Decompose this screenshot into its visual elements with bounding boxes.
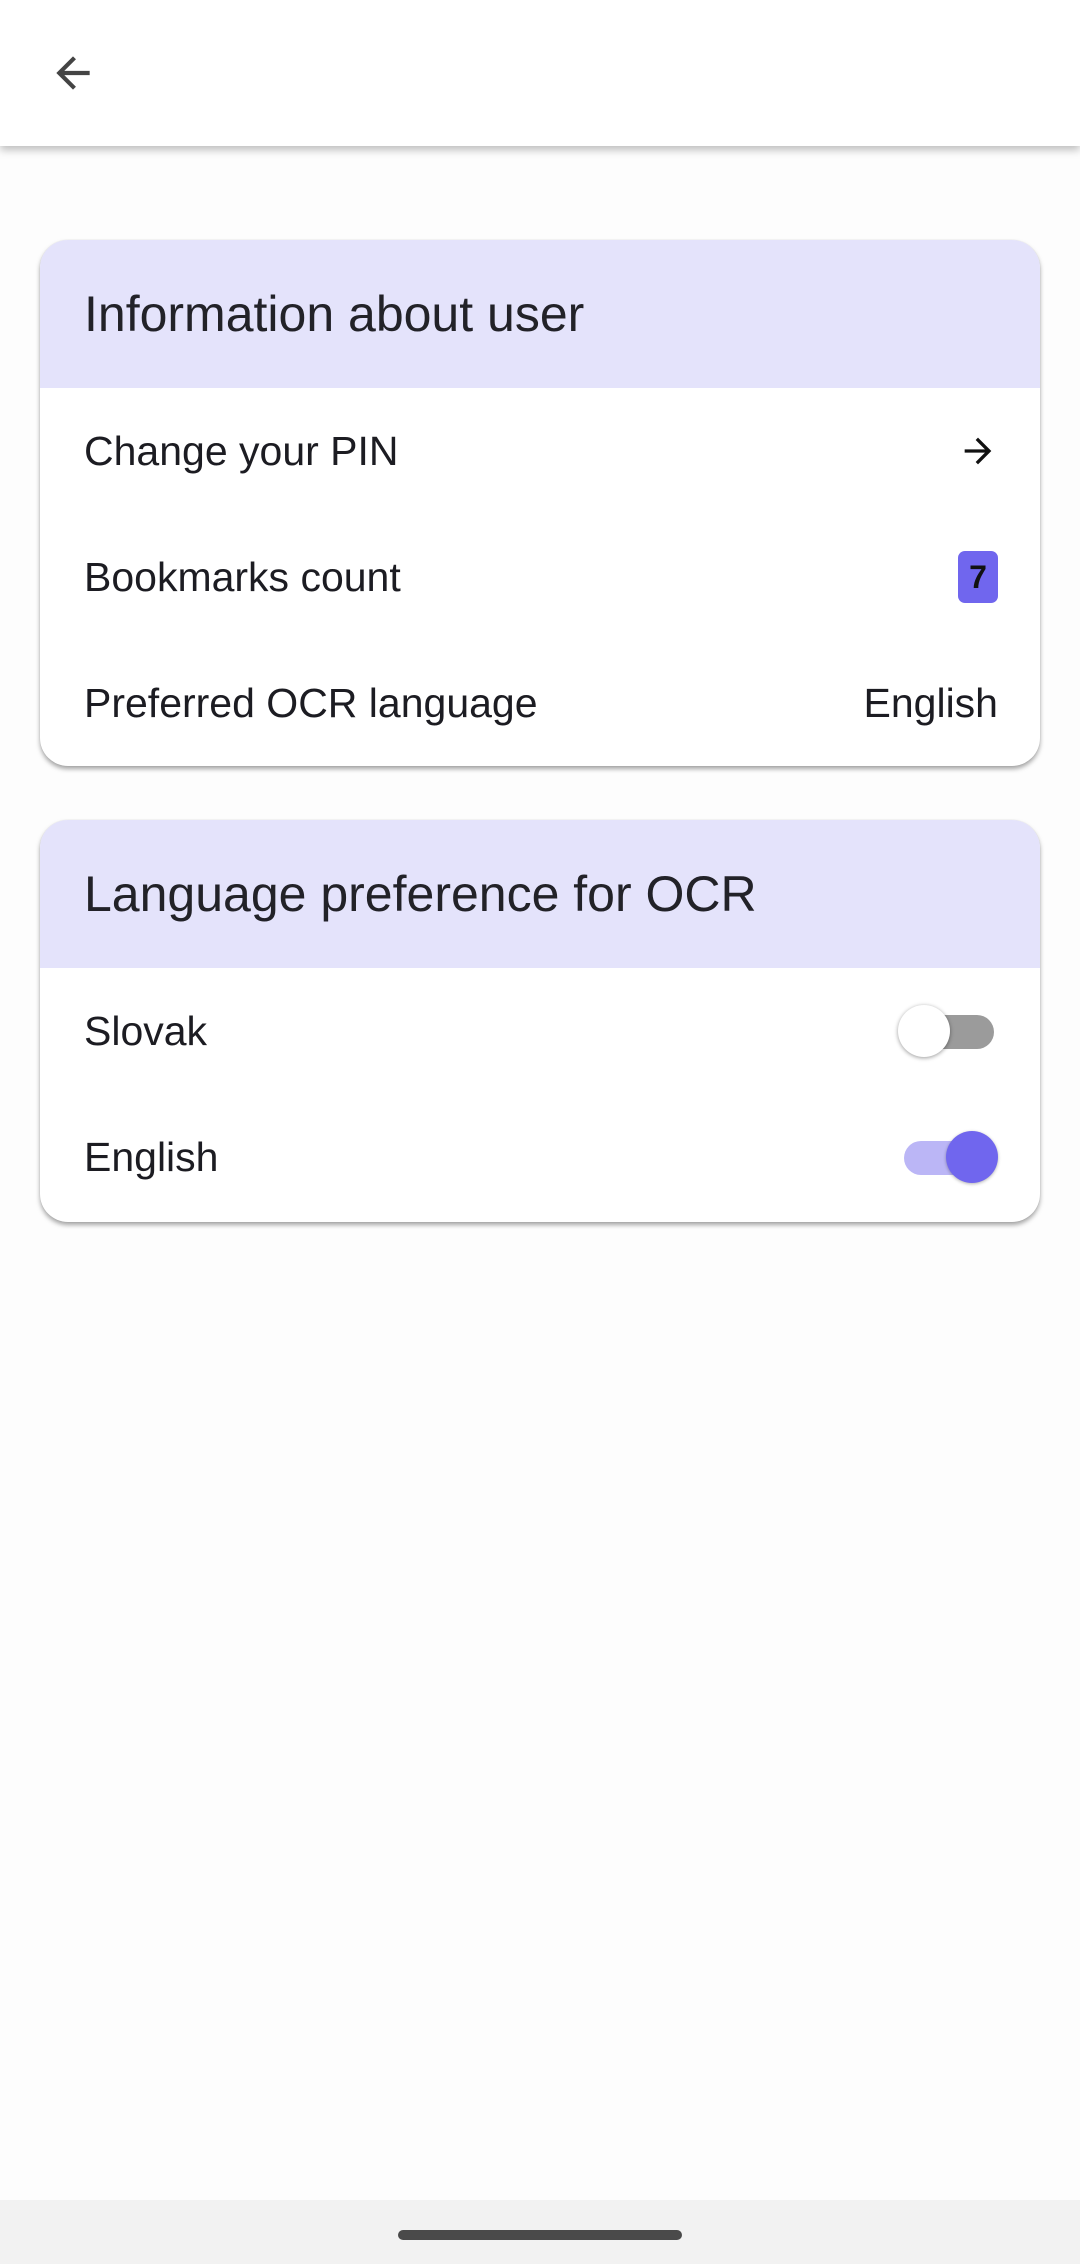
bookmarks-count-label: Bookmarks count bbox=[84, 553, 401, 600]
home-indicator[interactable] bbox=[398, 2230, 682, 2240]
preferred-ocr-language-label: Preferred OCR language bbox=[84, 679, 538, 726]
language-option-english[interactable]: English bbox=[40, 1094, 1040, 1220]
arrow-forward-icon[interactable] bbox=[958, 431, 998, 471]
user-info-header: Information about user bbox=[40, 240, 1040, 388]
switch-thumb bbox=[946, 1131, 998, 1183]
english-toggle-switch[interactable] bbox=[898, 1128, 998, 1186]
language-option-label: English bbox=[84, 1133, 219, 1180]
preferred-ocr-language-value: English bbox=[863, 679, 998, 726]
user-info-title: Information about user bbox=[84, 286, 585, 342]
system-navigation-bar bbox=[0, 2200, 1080, 2264]
back-button[interactable] bbox=[40, 40, 106, 106]
language-preference-card: Language preference for OCR Slovak Engli… bbox=[40, 820, 1040, 1222]
language-preference-header: Language preference for OCR bbox=[40, 820, 1040, 968]
slovak-toggle-switch[interactable] bbox=[898, 1002, 998, 1060]
preferred-ocr-language-row: Preferred OCR language English bbox=[40, 640, 1040, 766]
arrow-back-icon bbox=[56, 56, 90, 90]
bookmarks-count-row: Bookmarks count 7 bbox=[40, 514, 1040, 640]
change-pin-label: Change your PIN bbox=[84, 427, 399, 474]
language-option-slovak[interactable]: Slovak bbox=[40, 968, 1040, 1094]
user-info-card: Information about user Change your PIN B… bbox=[40, 240, 1040, 766]
change-pin-row[interactable]: Change your PIN bbox=[40, 388, 1040, 514]
language-preference-title: Language preference for OCR bbox=[84, 866, 757, 922]
language-option-label: Slovak bbox=[84, 1007, 208, 1054]
top-app-bar bbox=[0, 0, 1080, 146]
switch-thumb bbox=[898, 1005, 950, 1057]
bookmarks-count-badge: 7 bbox=[958, 551, 998, 603]
